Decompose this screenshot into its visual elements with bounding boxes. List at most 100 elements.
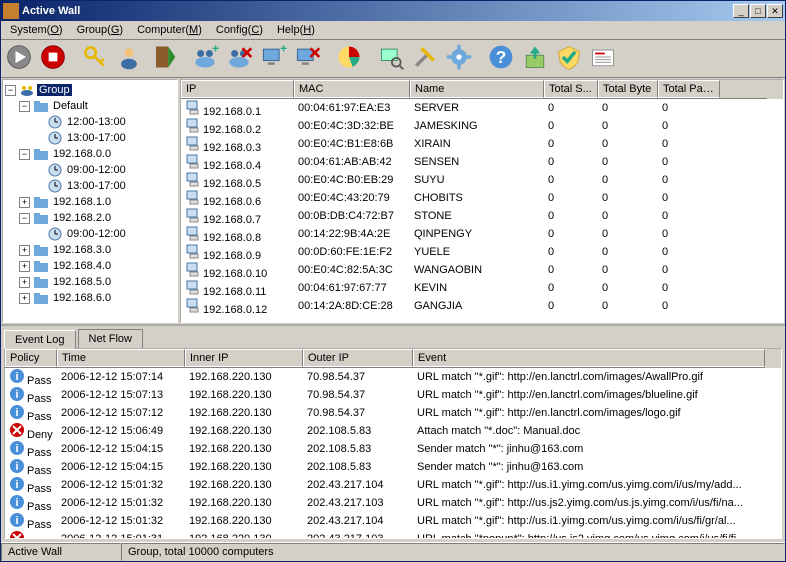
tree-toggle-icon[interactable]: + xyxy=(19,197,30,208)
tree-root[interactable]: Group xyxy=(37,84,72,96)
toolbar-group-add-button[interactable]: + xyxy=(189,43,221,75)
menu-computer[interactable]: Computer(M) xyxy=(130,22,209,38)
hosts-col-header[interactable]: Total Byte xyxy=(598,80,658,98)
hosts-col-header[interactable]: IP xyxy=(181,80,294,98)
tree-toggle-icon[interactable]: + xyxy=(19,293,30,304)
hosts-col-header[interactable]: MAC xyxy=(294,80,410,98)
computer-icon xyxy=(185,135,201,151)
hosts-row[interactable]: 192.168.0.1200:14:2A:8D:CE:28GANGJIA000 xyxy=(181,297,783,315)
tree-item[interactable]: 12:00-13:00 xyxy=(65,116,128,128)
log-row[interactable]: iPass2006-12-12 15:01:32192.168.220.1302… xyxy=(5,494,781,512)
tree-item[interactable]: 09:00-12:00 xyxy=(65,228,128,240)
hosts-row[interactable]: 192.168.0.600:E0:4C:43:20:79CHOBITS000 xyxy=(181,189,783,207)
toolbar-check-button[interactable] xyxy=(553,43,585,75)
hosts-row[interactable]: 192.168.0.400:04:61:AB:AB:42SENSEN000 xyxy=(181,153,783,171)
main-panel: −Group−Default12:00-13:0013:00-17:00−192… xyxy=(1,78,785,324)
toolbar-pie-button[interactable] xyxy=(333,43,365,75)
hosts-row[interactable]: 192.168.0.200:E0:4C:3D:32:BEJAMESKING000 xyxy=(181,117,783,135)
menu-system[interactable]: System(O) xyxy=(3,22,70,38)
tree-item[interactable]: Default xyxy=(51,100,90,112)
tab-event-log[interactable]: Event Log xyxy=(4,330,76,349)
log-row[interactable]: iPass2006-12-12 15:01:32192.168.220.1302… xyxy=(5,476,781,494)
log-col-header[interactable]: Time xyxy=(57,349,185,367)
tree-toggle-icon[interactable]: − xyxy=(19,101,30,112)
log-row[interactable]: iPass2006-12-12 15:07:12192.168.220.1307… xyxy=(5,404,781,422)
hosts-row[interactable]: 192.168.0.900:0D:60:FE:1E:F2YUELE000 xyxy=(181,243,783,261)
tree-item[interactable]: 192.168.3.0 xyxy=(51,244,113,256)
log-row[interactable]: Deny2006-12-12 15:06:49192.168.220.13020… xyxy=(5,422,781,440)
tree-item[interactable]: 192.168.4.0 xyxy=(51,260,113,272)
hosts-row[interactable]: 192.168.0.800:14:22:9B:4A:2EQINPENGY000 xyxy=(181,225,783,243)
hosts-row[interactable]: 192.168.0.300:E0:4C:B1:E8:6BXIRAIN000 xyxy=(181,135,783,153)
log-row[interactable]: iPass2006-12-12 15:07:13192.168.220.1307… xyxy=(5,386,781,404)
pc-add-icon: + xyxy=(259,43,287,74)
tree-toggle-icon[interactable]: + xyxy=(19,245,30,256)
app-icon xyxy=(3,3,19,19)
bottom-tabs: Event LogNet Flow xyxy=(1,326,785,348)
toolbar-door-button[interactable] xyxy=(147,43,179,75)
log-row[interactable]: iPass2006-12-12 15:04:15192.168.220.1302… xyxy=(5,440,781,458)
hosts-col-header[interactable]: Total S... xyxy=(544,80,598,98)
hosts-row[interactable]: 192.168.0.100:04:61:97:EA:E3SERVER000 xyxy=(181,99,783,117)
log-list[interactable]: iPass2006-12-12 15:07:14192.168.220.1307… xyxy=(5,368,781,538)
menu-config[interactable]: Config(C) xyxy=(209,22,270,38)
maximize-button[interactable]: □ xyxy=(750,4,766,18)
tree-item[interactable]: 09:00-12:00 xyxy=(65,164,128,176)
minimize-button[interactable]: _ xyxy=(733,4,749,18)
log-col-header[interactable]: Outer IP xyxy=(303,349,413,367)
toolbar-key-button[interactable] xyxy=(79,43,111,75)
toolbar-pc-add-button[interactable]: + xyxy=(257,43,289,75)
tree-item[interactable]: 13:00-17:00 xyxy=(65,132,128,144)
log-row[interactable]: iPass2006-12-12 15:01:32192.168.220.1302… xyxy=(5,512,781,530)
tree-item[interactable]: 192.168.0.0 xyxy=(51,148,113,160)
close-button[interactable]: ✕ xyxy=(767,4,783,18)
log-col-header[interactable]: Policy xyxy=(5,349,57,367)
tab-net-flow[interactable]: Net Flow xyxy=(78,329,143,348)
toolbar-user-button[interactable] xyxy=(113,43,145,75)
tree-item[interactable]: 192.168.6.0 xyxy=(51,292,113,304)
toolbar-help-button[interactable]: ? xyxy=(485,43,517,75)
toolbar-gear-button[interactable] xyxy=(443,43,475,75)
group-tree-panel[interactable]: −Group−Default12:00-13:0013:00-17:00−192… xyxy=(2,79,178,323)
hosts-col-header[interactable]: Total Pac... xyxy=(658,80,720,98)
hosts-row[interactable]: 192.168.0.500:E0:4C:B0:EB:29SUYU000 xyxy=(181,171,783,189)
tree-toggle-icon[interactable]: + xyxy=(19,261,30,272)
clock-icon xyxy=(47,130,63,146)
clock-icon xyxy=(47,114,63,130)
log-col-header[interactable]: Event xyxy=(413,349,765,367)
toolbar-group-del-button[interactable] xyxy=(223,43,255,75)
log-row[interactable]: iPass2006-12-12 15:07:14192.168.220.1307… xyxy=(5,368,781,386)
log-row[interactable]: Deny2006-12-12 15:01:31192.168.220.13020… xyxy=(5,530,781,538)
tree-toggle-icon[interactable]: − xyxy=(19,149,30,160)
tree-item[interactable]: 192.168.5.0 xyxy=(51,276,113,288)
toolbar-pc-del-button[interactable] xyxy=(291,43,323,75)
hosts-col-header[interactable]: Name xyxy=(410,80,544,98)
info-icon: i xyxy=(9,458,25,474)
check-icon xyxy=(555,43,583,74)
menu-group[interactable]: Group(G) xyxy=(70,22,130,38)
log-col-header[interactable]: Inner IP xyxy=(185,349,303,367)
toolbar-news-button[interactable] xyxy=(587,43,619,75)
hosts-row[interactable]: 192.168.0.1100:04:61:97:67:77KEVIN000 xyxy=(181,279,783,297)
tree-item[interactable]: 192.168.1.0 xyxy=(51,196,113,208)
tree-toggle-icon[interactable]: − xyxy=(19,213,30,224)
menubar: System(O)Group(G)Computer(M)Config(C)Hel… xyxy=(1,21,785,40)
clock-icon xyxy=(47,226,63,242)
menu-help[interactable]: Help(H) xyxy=(270,22,322,38)
hosts-row[interactable]: 192.168.0.700:0B:DB:C4:72:B7STONE000 xyxy=(181,207,783,225)
log-row[interactable]: iPass2006-12-12 15:04:15192.168.220.1302… xyxy=(5,458,781,476)
toolbar: + +? xyxy=(1,40,785,78)
tree-toggle-icon[interactable]: + xyxy=(19,277,30,288)
tree-item[interactable]: 192.168.2.0 xyxy=(51,212,113,224)
toolbar-find-button[interactable] xyxy=(375,43,407,75)
toolbar-stop-button[interactable] xyxy=(37,43,69,75)
help-icon: ? xyxy=(487,43,515,74)
toolbar-import-button[interactable] xyxy=(519,43,551,75)
hosts-row[interactable]: 192.168.0.1000:E0:4C:82:5A:3CWANGAOBIN00… xyxy=(181,261,783,279)
toolbar-play-button[interactable] xyxy=(3,43,35,75)
tree-toggle-icon[interactable]: − xyxy=(5,85,16,96)
tree-item[interactable]: 13:00-17:00 xyxy=(65,180,128,192)
toolbar-tools-button[interactable] xyxy=(409,43,441,75)
computer-icon xyxy=(185,297,201,313)
hosts-list[interactable]: 192.168.0.100:04:61:97:EA:E3SERVER000192… xyxy=(181,99,783,322)
